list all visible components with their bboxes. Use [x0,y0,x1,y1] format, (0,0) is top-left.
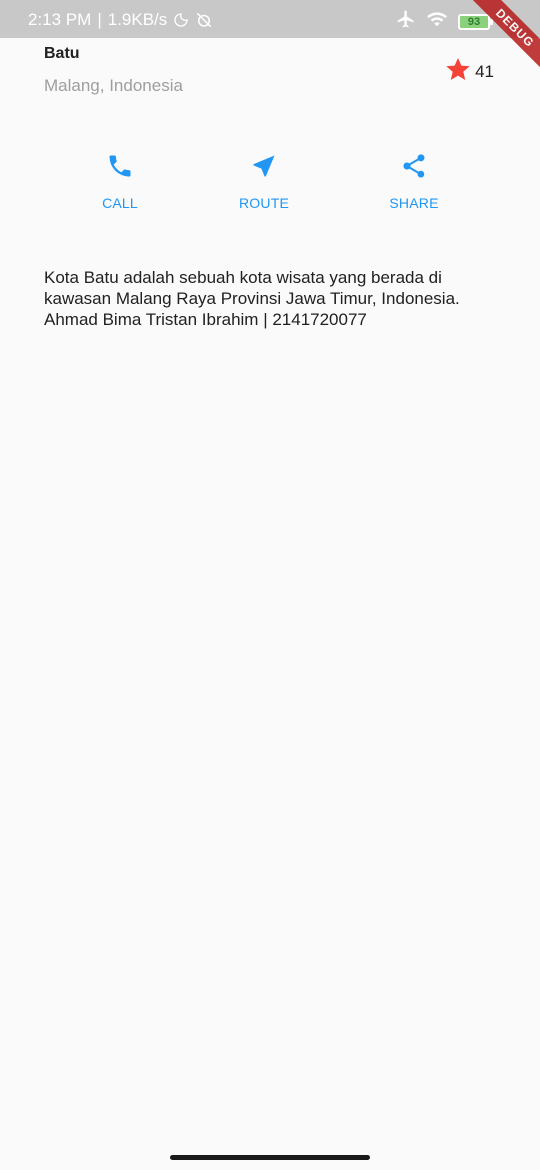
gesture-nav-handle[interactable] [170,1155,370,1160]
status-net-speed: 1.9KB/s [107,10,168,29]
rating: 41 [445,56,494,87]
call-button[interactable]: CALL [70,150,170,211]
share-icon [398,150,430,182]
phone-icon [104,150,136,182]
buttons-section: CALL ROUTE SHARE [0,150,540,220]
moon-icon [173,12,189,28]
route-button[interactable]: ROUTE [214,150,314,211]
rating-count: 41 [475,61,494,81]
share-label: SHARE [389,195,439,211]
place-name: Batu [44,45,80,62]
status-separator: | [97,10,102,29]
description-section: Kota Batu adalah sebuah kota wisata yang… [44,267,500,330]
status-time: 2:13 PM [28,10,92,29]
battery-icon: 93 [458,13,493,30]
navigation-icon [248,150,280,182]
title-section: Batu Malang, Indonesia [44,44,504,96]
alarm-off-icon [195,11,213,29]
status-left: 2:13 PM | 1.9KB/s [28,10,213,30]
wifi-icon [426,10,448,33]
description-text: Kota Batu adalah sebuah kota wisata yang… [44,268,460,329]
share-button[interactable]: SHARE [364,150,464,211]
battery-level: 93 [467,15,481,28]
star-icon [445,56,471,87]
status-bar: 2:13 PM | 1.9KB/s 93 [0,0,540,38]
airplane-icon [396,9,416,34]
call-label: CALL [102,195,138,211]
place-location: Malang, Indonesia [44,76,183,95]
route-label: ROUTE [239,195,289,211]
